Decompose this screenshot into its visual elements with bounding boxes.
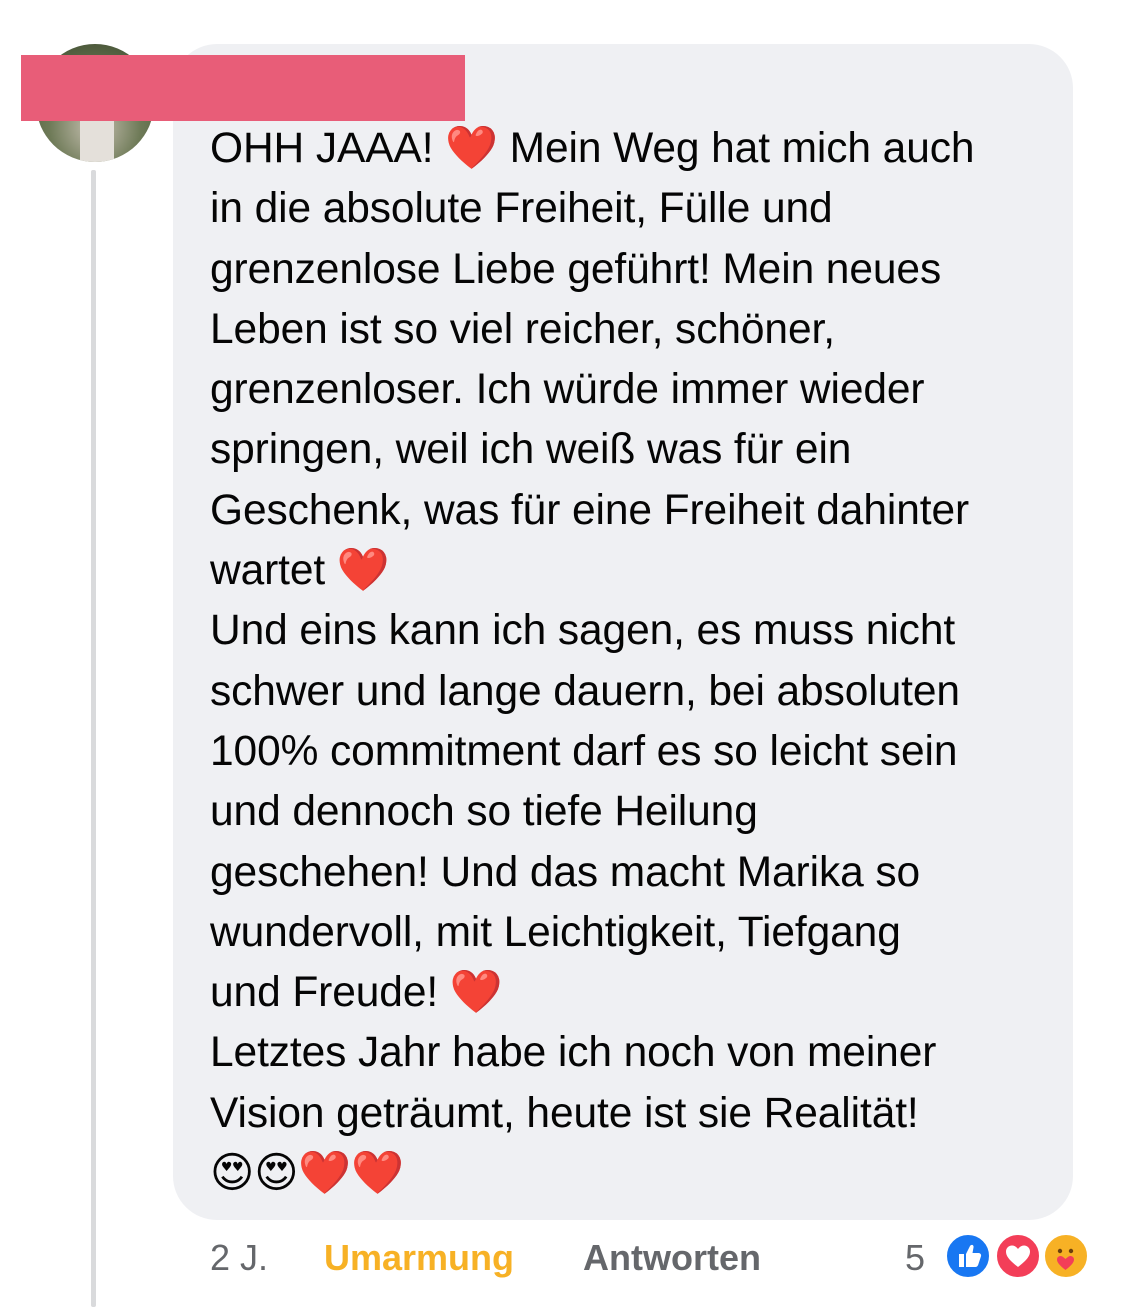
comment-timestamp[interactable]: 2 J. bbox=[210, 1230, 268, 1286]
care-hug-icon[interactable] bbox=[1042, 1232, 1090, 1280]
reply-button[interactable]: Antworten bbox=[583, 1230, 761, 1286]
heart-icon[interactable] bbox=[994, 1232, 1042, 1280]
thread-line bbox=[91, 170, 96, 1307]
comment-text: OHH JAAA! ❤️ Mein Weg hat mich auch in d… bbox=[210, 125, 975, 1198]
reaction-count[interactable]: 5 bbox=[905, 1230, 925, 1286]
thumbs-up-icon[interactable] bbox=[944, 1232, 992, 1280]
reaction-button[interactable]: Umarmung bbox=[324, 1230, 514, 1286]
author-name-redaction bbox=[21, 55, 465, 121]
